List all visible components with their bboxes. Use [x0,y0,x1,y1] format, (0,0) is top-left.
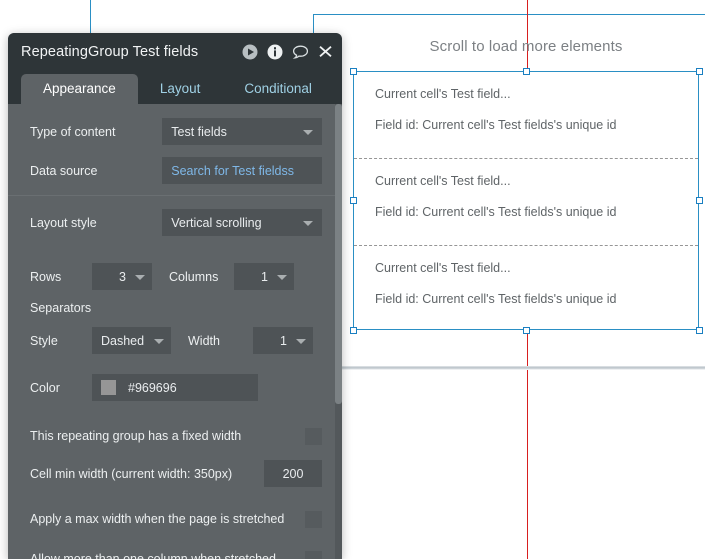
panel-scrollbar-thumb[interactable] [335,104,342,404]
cell-text-primary: Current cell's Test field... [375,87,511,101]
color-value: #969696 [128,380,177,395]
cell-text-primary: Current cell's Test field... [375,174,511,189]
repeating-group-cell[interactable]: Current cell's Test field... Field id: C… [354,72,698,158]
columns-dropdown[interactable]: 1 [234,263,294,290]
panel-title: RepeatingGroup Test fields [21,43,199,60]
layout-style-value: Vertical scrolling [171,215,262,230]
cell-text-primary: Current cell's Test field... [375,260,511,275]
separator-style-value: Dashed [101,333,145,348]
color-picker[interactable]: #969696 [92,374,258,401]
row-max-width: Apply a max width when the page is stret… [8,508,342,530]
chevron-down-icon [303,129,313,135]
tab-conditional[interactable]: Conditional [222,74,334,104]
resize-handle-top-right[interactable] [696,68,703,75]
play-icon[interactable] [242,44,258,60]
data-source-placeholder: Search for Test fieldss [171,163,295,178]
max-width-label: Apply a max width when the page is stret… [30,512,285,526]
type-of-content-value: Test fields [171,124,227,139]
close-icon[interactable] [318,44,333,59]
color-label: Color [30,380,60,395]
comment-icon[interactable] [292,44,309,60]
separator-width-dropdown[interactable]: 1 [253,327,313,354]
row-type-of-content: Type of content Test fields [8,118,342,145]
resize-handle-middle-left[interactable] [350,197,357,204]
layout-style-label: Layout style [30,215,97,230]
cell-text-secondary: Field id: Current cell's Test fields's u… [375,291,617,306]
row-layout-style: Layout style Vertical scrolling [8,209,342,236]
width-label: Width [188,333,220,348]
info-icon[interactable] [267,44,283,60]
separators-label: Separators [30,301,92,315]
chevron-down-icon [154,338,164,344]
separator-style-dropdown[interactable]: Dashed [92,327,171,354]
alignment-guide-vertical-left [90,0,91,33]
resize-handle-bottom-left[interactable] [350,327,357,334]
layout-style-dropdown[interactable]: Vertical scrolling [162,209,322,236]
chevron-down-icon [296,338,306,344]
row-rows-columns: Rows 3 Columns 1 [8,263,342,290]
chevron-down-icon [303,220,313,226]
multi-column-checkbox[interactable] [305,550,322,559]
rows-dropdown[interactable]: 3 [92,263,152,290]
panel-scrollbar-track[interactable] [335,104,342,559]
panel-tabs: Appearance Layout Conditional [8,70,342,104]
panel-body: Type of content Test fields Data source … [8,104,342,559]
cell-text-secondary: Field id: Current cell's Test fields's u… [375,118,617,132]
row-separators-heading: Separators [8,300,342,316]
resize-handle-bottom-center[interactable] [523,327,530,334]
row-separator-style: Style Dashed Width 1 [8,327,342,354]
row-multi-column: Allow more than one column when stretche… [8,548,342,559]
resize-handle-top-left[interactable] [350,68,357,75]
columns-label: Columns [169,269,219,284]
fixed-width-checkbox[interactable] [305,427,322,445]
resize-handle-middle-right[interactable] [696,197,703,204]
section-divider [8,195,342,196]
max-width-checkbox[interactable] [305,510,322,528]
panel-header: RepeatingGroup Test fields [8,33,342,70]
cell-min-width-input[interactable]: 200 [264,460,322,487]
rows-value: 3 [119,269,126,284]
property-editor-panel: RepeatingGroup Test fields Appearance La… [8,33,342,559]
row-fixed-width: This repeating group has a fixed width [8,425,342,447]
resize-handle-top-center[interactable] [523,68,530,75]
row-separator-color: Color #969696 [8,374,342,401]
alignment-guide-vertical-mid [313,14,314,33]
resize-handle-bottom-right[interactable] [696,327,703,334]
color-swatch [101,380,116,395]
cell-min-width-label: Cell min width (current width: 350px) [30,466,233,481]
type-of-content-label: Type of content [30,124,116,139]
columns-value: 1 [261,269,268,284]
data-source-label: Data source [30,163,98,178]
fixed-width-label: This repeating group has a fixed width [30,429,242,443]
tab-appearance[interactable]: Appearance [21,74,138,104]
repeating-group-element[interactable]: Current cell's Test field... Field id: C… [353,71,699,330]
rows-label: Rows [30,269,62,284]
alignment-guide-horizontal-top [313,14,705,15]
tab-layout[interactable]: Layout [138,74,223,104]
chevron-down-icon [135,274,145,280]
multi-column-label: Allow more than one column when stretche… [30,552,276,559]
page-bottom-divider [341,366,705,370]
data-source-input[interactable]: Search for Test fieldss [162,157,322,184]
style-label: Style [30,333,58,348]
row-data-source: Data source Search for Test fieldss [8,157,342,184]
cell-text-secondary: Field id: Current cell's Test fields's u… [375,205,617,220]
scroll-to-load-hint: Scroll to load more elements [429,38,623,55]
separator-width-value: 1 [280,333,287,348]
row-cell-min-width: Cell min width (current width: 350px) 20… [8,460,342,487]
repeating-group-cell[interactable]: Current cell's Test field... Field id: C… [354,158,698,244]
repeating-group-cell[interactable]: Current cell's Test field... Field id: C… [354,244,698,331]
type-of-content-dropdown[interactable]: Test fields [162,118,322,145]
chevron-down-icon [277,274,287,280]
panel-header-icons [242,44,333,60]
